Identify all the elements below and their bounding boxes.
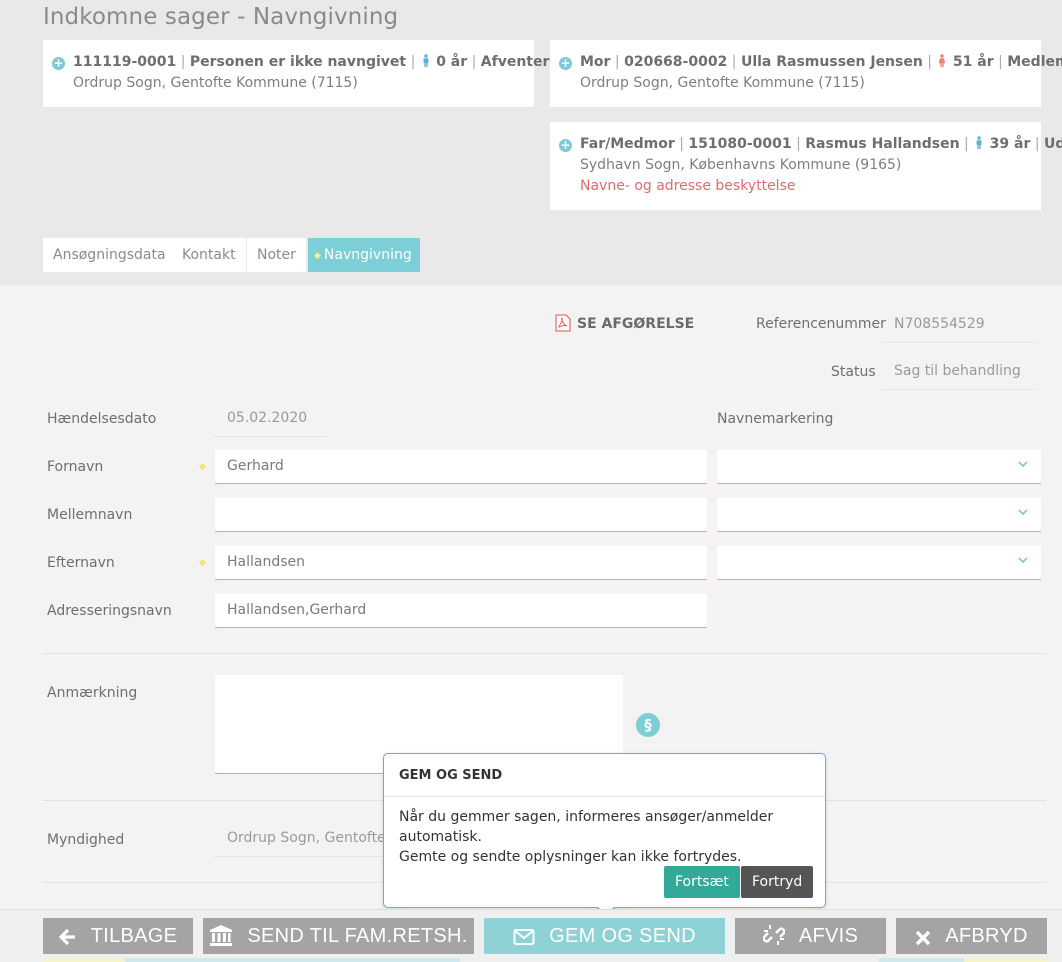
tab-label: Noter bbox=[257, 247, 296, 263]
send-to-family-court-button[interactable]: SEND TIL FAM.RETSH. bbox=[203, 918, 474, 954]
bank-icon bbox=[210, 925, 233, 946]
female-person-icon bbox=[939, 54, 946, 67]
child-location: Ordrup Sogn, Gentofte Kommune (7115) bbox=[73, 75, 358, 91]
first-name-label: Fornavn bbox=[47, 459, 104, 475]
tab-noter[interactable]: Noter bbox=[247, 238, 306, 272]
reject-label: AFVIS bbox=[798, 925, 859, 947]
reject-button[interactable]: AFVIS bbox=[735, 918, 886, 954]
status-value: Sag til behandling bbox=[882, 356, 1037, 390]
mother-location: Ordrup Sogn, Gentofte Kommune (7115) bbox=[580, 75, 865, 91]
unlink-icon bbox=[762, 925, 786, 945]
mother-summary: Mor | 020668-0002 | Ulla Rasmussen Jense… bbox=[580, 54, 1062, 70]
confirm-popover: GEM OG SEND Når du gemmer sagen, informe… bbox=[383, 753, 826, 917]
mother-name: Ulla Rasmussen Jensen bbox=[740, 54, 923, 70]
stripe-accent bbox=[43, 958, 123, 962]
page-title: Indkomne sager - Navngivning bbox=[43, 4, 399, 30]
popup-message: Når du gemmer sagen, informeres ansøger/… bbox=[399, 807, 819, 867]
mother-role: Mor bbox=[580, 54, 611, 70]
first-name-input[interactable]: Gerhard bbox=[215, 450, 707, 484]
continue-button[interactable]: Fortsæt bbox=[664, 866, 740, 898]
name-marking-label: Navnemarkering bbox=[717, 411, 834, 427]
father-card[interactable]: + Far/Medmor | 151080-0001 | Rasmus Hall… bbox=[550, 122, 1062, 210]
cancel-button[interactable]: Fortryd bbox=[741, 866, 814, 898]
popup-message-line2: Gemte og sendte oplysninger kan ikke for… bbox=[399, 849, 742, 865]
authority-label: Myndighed bbox=[47, 832, 125, 848]
authority-value: Ordrup Sogn, Gentofte Ko bbox=[215, 823, 385, 857]
required-dot-icon: ◆ bbox=[314, 251, 321, 261]
last-name-label: Efternavn bbox=[47, 555, 115, 571]
pdf-icon bbox=[555, 314, 571, 332]
paragraph-icon[interactable]: § bbox=[636, 713, 660, 737]
popup-message-line1: Når du gemmer sagen, informeres ansøger/… bbox=[399, 809, 774, 845]
arrow-left-icon bbox=[58, 928, 75, 946]
child-card[interactable]: + 111119-0001 | Personen er ikke navngiv… bbox=[43, 40, 550, 107]
last-name-input[interactable]: Hallandsen bbox=[215, 546, 707, 580]
back-button[interactable]: TILBAGE bbox=[43, 918, 193, 954]
plus-circle-icon[interactable]: + bbox=[559, 57, 572, 70]
address-name-input[interactable]: Hallandsen,Gerhard bbox=[215, 594, 707, 628]
child-summary: 111119-0001 | Personen er ikke navngivet… bbox=[73, 54, 550, 70]
father-location: Sydhavn Sogn, Københavns Kommune (9165) bbox=[580, 157, 902, 173]
father-name: Rasmus Hallandsen bbox=[805, 136, 960, 152]
child-age: 0 år bbox=[436, 54, 468, 70]
see-decision-label: SE AFGØRELSE bbox=[577, 316, 695, 332]
stripe-accent bbox=[879, 958, 964, 962]
close-icon bbox=[916, 930, 931, 946]
tab-label: Navngivning bbox=[323, 247, 412, 263]
father-summary: Far/Medmor | 151080-0001 | Rasmus Hallan… bbox=[580, 136, 1062, 152]
plus-circle-icon[interactable]: + bbox=[52, 57, 65, 70]
stripe-accent bbox=[964, 958, 1047, 962]
tab-navngivning[interactable]: ◆ Navngivning bbox=[308, 238, 420, 272]
save-and-send-button[interactable]: GEM OG SEND bbox=[484, 918, 725, 954]
child-name: Personen er ikke navngivet bbox=[189, 54, 407, 70]
required-icon: ◆ bbox=[199, 462, 206, 472]
remark-label: Anmærkning bbox=[47, 685, 138, 701]
tab-label: Ansøgningsdata bbox=[53, 247, 166, 263]
child-id: 111119-0001 bbox=[73, 54, 177, 70]
envelope-icon bbox=[513, 929, 535, 945]
event-date-label: Hændelsesdato bbox=[47, 411, 157, 427]
popup-divider bbox=[384, 796, 825, 797]
case-header: Indkomne sager - Navngivning + 111119-00… bbox=[0, 0, 1062, 285]
tab-ansogningsdata[interactable]: Ansøgningsdata bbox=[43, 238, 176, 272]
status-label: Status bbox=[831, 364, 876, 380]
child-status: Afventer bbox=[480, 54, 550, 70]
mother-id: 020668-0002 bbox=[624, 54, 728, 70]
address-name-label: Adresseringsnavn bbox=[47, 603, 172, 619]
chevron-down-icon bbox=[1018, 557, 1028, 564]
father-role: Far/Medmor bbox=[580, 136, 675, 152]
chevron-down-icon bbox=[1018, 509, 1028, 516]
reference-value: N708554529 bbox=[882, 309, 1037, 343]
tab-label: Kontakt bbox=[182, 247, 236, 263]
last-name-marking-select[interactable] bbox=[717, 546, 1041, 580]
save-and-send-label: GEM OG SEND bbox=[549, 925, 696, 947]
protection-warning: Navne- og adresse beskyttelse bbox=[580, 178, 796, 194]
male-person-icon bbox=[976, 136, 982, 149]
popup-title: GEM OG SEND bbox=[399, 768, 503, 783]
abort-button[interactable]: AFBRYD bbox=[896, 918, 1047, 954]
chevron-down-icon bbox=[1018, 461, 1028, 468]
divider bbox=[43, 653, 1047, 654]
father-id: 151080-0001 bbox=[688, 136, 792, 152]
required-icon: ◆ bbox=[199, 558, 206, 568]
middle-name-input[interactable] bbox=[215, 498, 707, 532]
event-date-value: 05.02.2020 bbox=[215, 403, 327, 437]
middle-name-label: Mellemnavn bbox=[47, 507, 133, 523]
plus-circle-icon[interactable]: + bbox=[559, 139, 572, 152]
mother-age: 51 år bbox=[952, 54, 994, 70]
abort-label: AFBRYD bbox=[945, 925, 1028, 947]
tab-kontakt[interactable]: Kontakt bbox=[172, 238, 246, 272]
see-decision-link[interactable]: SE AFGØRELSE bbox=[555, 314, 694, 332]
father-status: Udenfor bbox=[1044, 136, 1062, 152]
send-to-family-court-label: SEND TIL FAM.RETSH. bbox=[247, 925, 468, 947]
father-age: 39 år bbox=[989, 136, 1031, 152]
middle-name-marking-select[interactable] bbox=[717, 498, 1041, 532]
back-label: TILBAGE bbox=[90, 925, 178, 947]
first-name-marking-select[interactable] bbox=[717, 450, 1041, 484]
stripe-accent bbox=[125, 958, 460, 962]
mother-card[interactable]: + Mor | 020668-0002 | Ulla Rasmussen Jen… bbox=[550, 40, 1062, 107]
mother-status: Medlem bbox=[1007, 54, 1062, 70]
reference-label: Referencenummer bbox=[756, 316, 886, 332]
male-person-icon bbox=[423, 54, 429, 67]
